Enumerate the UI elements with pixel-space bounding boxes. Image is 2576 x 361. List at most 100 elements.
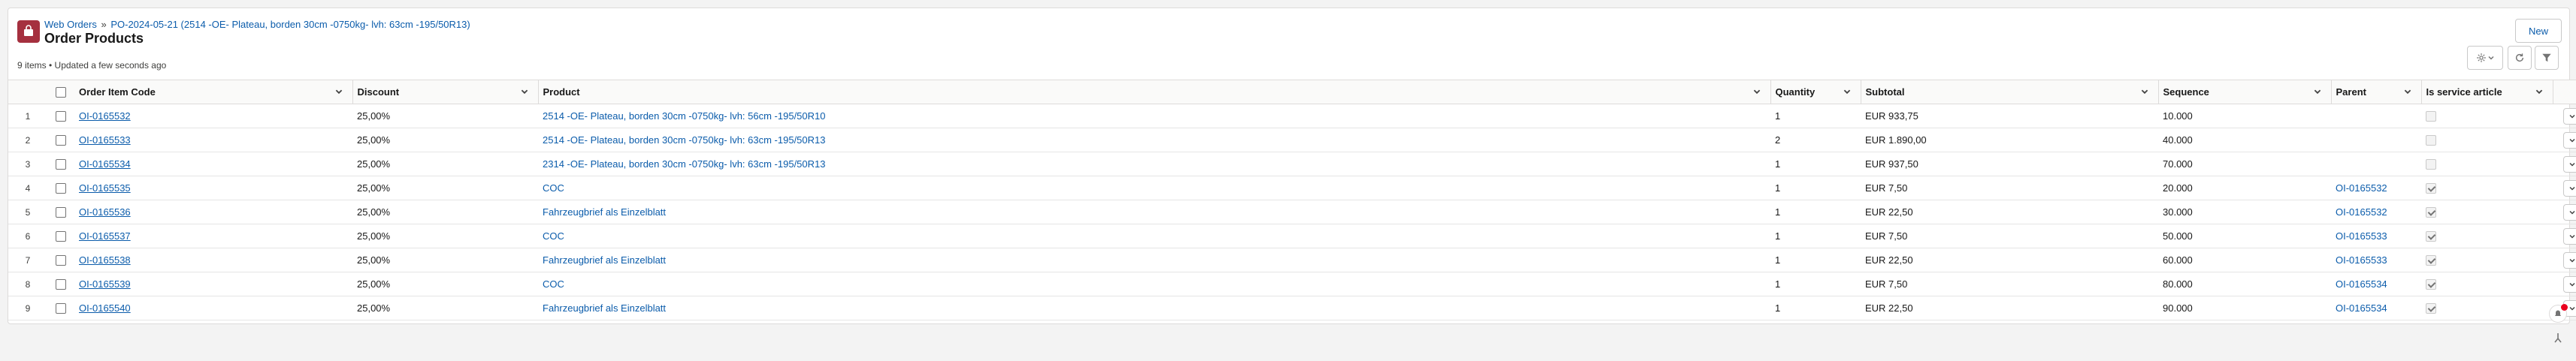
row-select-checkbox[interactable]: [56, 183, 66, 194]
cell-order-item-code: OI-0165533: [74, 128, 352, 152]
column-header-subtotal[interactable]: Subtotal: [1861, 80, 2159, 104]
chevron-down-icon[interactable]: [1752, 87, 1761, 96]
row-actions-button[interactable]: [2563, 155, 2576, 173]
row-select-cell: [47, 272, 74, 296]
column-header-product[interactable]: Product: [538, 80, 1771, 104]
order-item-code-link[interactable]: OI-0165537: [79, 230, 131, 242]
column-header-is-service-article[interactable]: Is service article: [2421, 80, 2553, 104]
column-header-parent[interactable]: Parent: [2331, 80, 2422, 104]
row-actions-button[interactable]: [2563, 227, 2576, 245]
list-settings-button[interactable]: [2467, 46, 2503, 70]
column-header-order-item-code[interactable]: Order Item Code: [74, 80, 353, 104]
order-item-code-link[interactable]: OI-0165534: [79, 158, 131, 170]
order-item-code-link[interactable]: OI-0165535: [79, 182, 131, 194]
table-row: 7 OI-0165538 25,00% Fahrzeugbrief als Einze…: [8, 248, 2576, 272]
row-actions-header: [2553, 80, 2576, 104]
row-actions-button[interactable]: [2563, 131, 2576, 149]
row-select-checkbox[interactable]: [56, 111, 66, 122]
cell-discount: 25,00%: [352, 248, 538, 272]
chevron-down-icon: [2569, 186, 2575, 191]
cell-product: COC: [538, 224, 1770, 248]
row-actions-button[interactable]: [2563, 107, 2576, 125]
chevron-down-icon[interactable]: [1843, 87, 1852, 96]
cell-row-actions: [2553, 104, 2576, 128]
product-link[interactable]: Fahrzeugbrief als Einzelblatt: [543, 254, 666, 266]
gear-icon: [2477, 53, 2486, 62]
cell-order-item-code: OI-0165537: [74, 224, 352, 248]
cell-subtotal: EUR 22,50: [1861, 248, 2158, 272]
filter-button[interactable]: [2535, 46, 2559, 70]
row-actions-button[interactable]: [2563, 251, 2576, 269]
column-label: Sequence: [2163, 86, 2209, 98]
cell-row-actions: [2553, 272, 2576, 296]
chevron-down-icon[interactable]: [2403, 87, 2412, 96]
chevron-down-icon[interactable]: [520, 87, 529, 96]
column-header-discount[interactable]: Discount: [352, 80, 539, 104]
product-link[interactable]: 2514 -OE- Plateau, borden 30cm -0750kg- …: [543, 134, 826, 146]
row-select-checkbox[interactable]: [56, 231, 66, 242]
cell-parent: [2331, 128, 2421, 152]
product-link[interactable]: 2314 -OE- Plateau, borden 30cm -0750kg- …: [543, 158, 826, 170]
chevron-down-icon[interactable]: [2313, 87, 2322, 96]
product-link[interactable]: COC: [543, 182, 564, 194]
row-select-checkbox[interactable]: [56, 255, 66, 266]
list-meta-text: 9 items • Updated a few seconds ago: [17, 60, 167, 71]
product-link[interactable]: Fahrzeugbrief als Einzelblatt: [543, 302, 666, 314]
notification-button[interactable]: [2549, 304, 2568, 323]
row-select-checkbox[interactable]: [56, 207, 66, 218]
cell-sequence: 10.000: [2158, 104, 2331, 128]
cell-subtotal: EUR 7,50: [1861, 176, 2158, 200]
new-button[interactable]: New: [2515, 19, 2562, 43]
cell-quantity: 1: [1770, 152, 1861, 176]
row-select-checkbox[interactable]: [56, 159, 66, 170]
row-number: 4: [8, 176, 47, 200]
refresh-button[interactable]: [2508, 46, 2532, 70]
product-link[interactable]: COC: [543, 230, 564, 242]
row-select-checkbox[interactable]: [56, 279, 66, 290]
parent-link[interactable]: OI-0165533: [2336, 254, 2387, 266]
row-select-checkbox[interactable]: [56, 303, 66, 314]
breadcrumb-parent-link[interactable]: Web Orders: [44, 19, 97, 30]
chevron-down-icon: [2569, 210, 2575, 215]
parent-link[interactable]: OI-0165534: [2336, 302, 2387, 314]
parent-link[interactable]: OI-0165534: [2336, 278, 2387, 290]
row-number: 8: [8, 272, 47, 296]
order-item-code-link[interactable]: OI-0165538: [79, 254, 131, 266]
cell-row-actions: [2553, 152, 2576, 176]
utility-tool-button[interactable]: [2552, 332, 2564, 347]
parent-link[interactable]: OI-0165533: [2336, 230, 2387, 242]
cell-row-actions: [2553, 224, 2576, 248]
column-header-quantity[interactable]: Quantity: [1770, 80, 1861, 104]
order-item-code-link[interactable]: OI-0165536: [79, 206, 131, 218]
order-item-code-link[interactable]: OI-0165532: [79, 110, 131, 122]
cell-parent: OI-0165532: [2331, 200, 2421, 224]
row-actions-button[interactable]: [2563, 203, 2576, 221]
related-list-card: Web Orders » PO-2024-05-21 (2514 -OE- Pl…: [8, 8, 2576, 324]
column-header-sequence[interactable]: Sequence: [2158, 80, 2332, 104]
row-actions-button[interactable]: [2563, 179, 2576, 197]
chevron-down-icon[interactable]: [2140, 87, 2149, 96]
product-link[interactable]: Fahrzeugbrief als Einzelblatt: [543, 206, 666, 218]
chevron-down-icon[interactable]: [334, 87, 343, 96]
order-item-code-link[interactable]: OI-0165540: [79, 302, 131, 314]
breadcrumb: Web Orders » PO-2024-05-21 (2514 -OE- Pl…: [44, 19, 470, 30]
table-header-row: Order Item Code Discount Product Quantit…: [8, 80, 2576, 104]
cell-quantity: 1: [1770, 272, 1861, 296]
product-link[interactable]: COC: [543, 278, 564, 290]
cell-subtotal: EUR 7,50: [1861, 272, 2158, 296]
row-number-header: [8, 80, 47, 104]
select-all-checkbox[interactable]: [56, 87, 66, 98]
order-item-code-link[interactable]: OI-0165539: [79, 278, 131, 290]
order-item-code-link[interactable]: OI-0165533: [79, 134, 131, 146]
cell-is-service-article: [2421, 104, 2553, 128]
parent-link[interactable]: OI-0165532: [2336, 206, 2387, 218]
row-actions-button[interactable]: [2563, 275, 2576, 293]
cell-is-service-article: [2421, 176, 2553, 200]
cell-order-item-code: OI-0165535: [74, 176, 352, 200]
breadcrumb-record-link[interactable]: PO-2024-05-21 (2514 -OE- Plateau, borden…: [110, 19, 470, 30]
parent-link[interactable]: OI-0165532: [2336, 182, 2387, 194]
row-select-checkbox[interactable]: [56, 135, 66, 146]
cell-order-item-code: OI-0165532: [74, 104, 352, 128]
product-link[interactable]: 2514 -OE- Plateau, borden 30cm -0750kg- …: [543, 110, 826, 122]
chevron-down-icon[interactable]: [2535, 87, 2544, 96]
